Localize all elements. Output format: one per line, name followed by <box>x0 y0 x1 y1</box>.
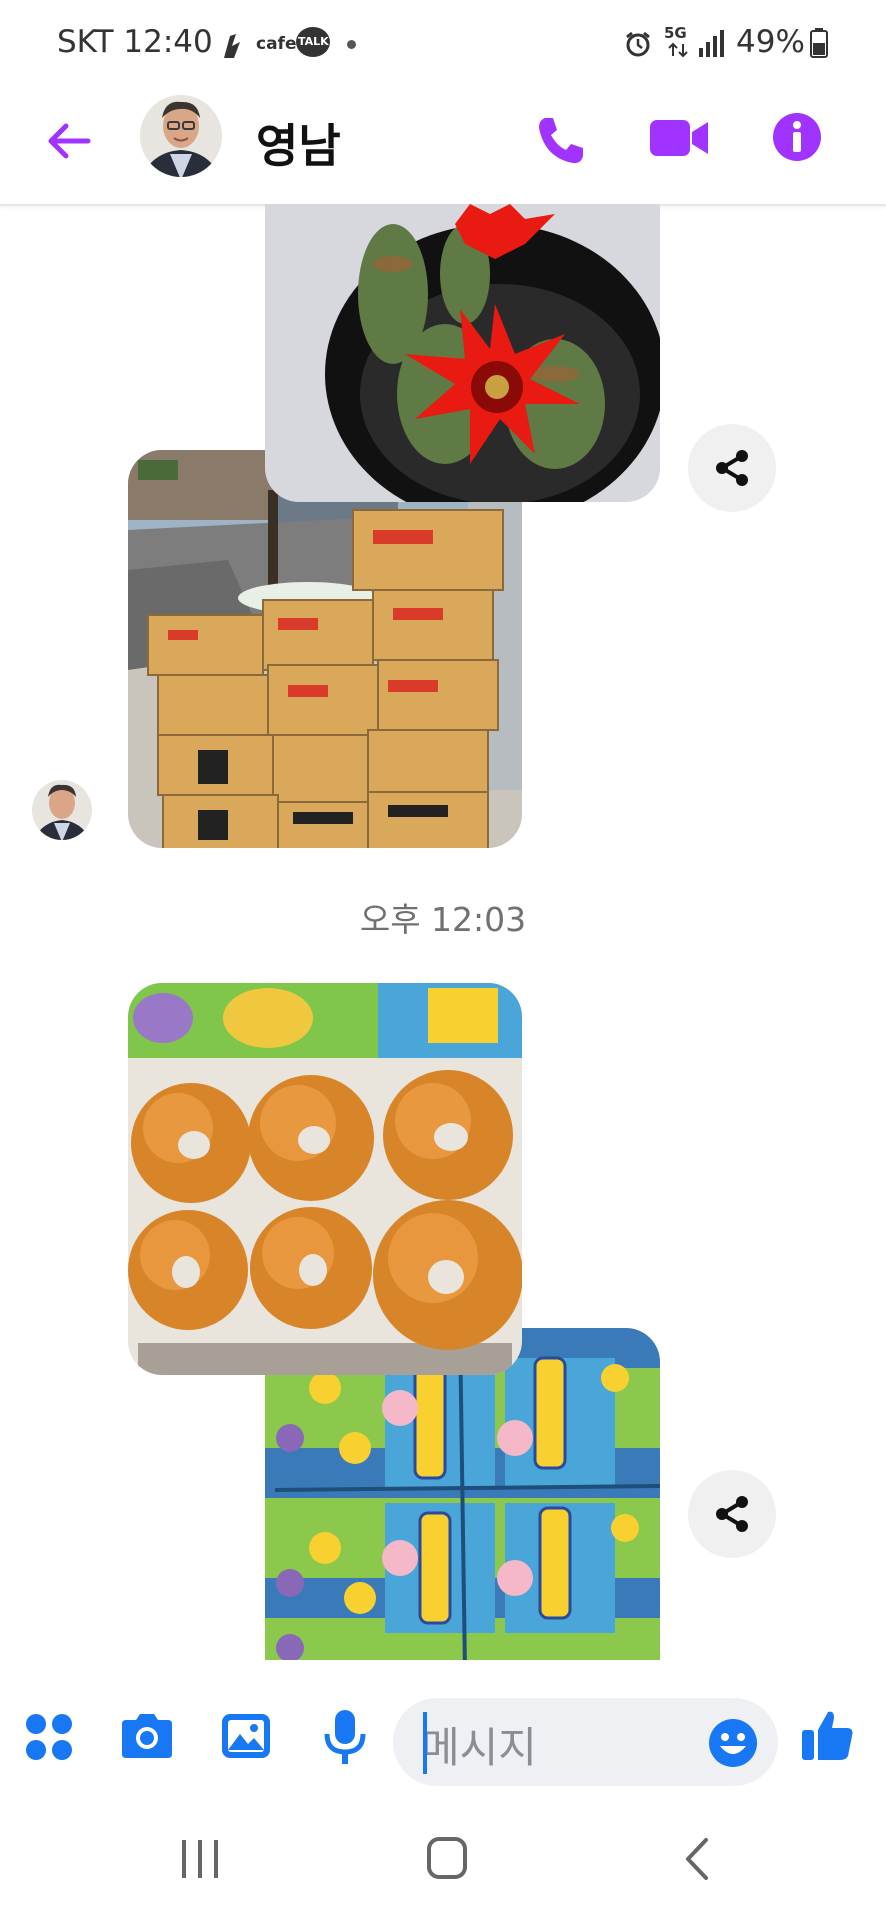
cactus-flower-photo[interactable] <box>265 204 660 502</box>
share-button[interactable] <box>688 1470 776 1558</box>
glazed-donuts-photo[interactable] <box>128 983 522 1375</box>
ramen-boxes-photo[interactable] <box>128 450 522 848</box>
share-button[interactable] <box>688 424 776 512</box>
cafe-label: cafe <box>256 34 297 54</box>
alarm-icon <box>626 31 650 57</box>
microphone-icon[interactable] <box>322 1708 368 1766</box>
video-camera-icon[interactable] <box>648 116 710 160</box>
system-nav-bar <box>0 1820 886 1920</box>
carrier-time: SKT 12:40 <box>57 24 213 60</box>
home-icon[interactable] <box>426 1836 468 1880</box>
chat-header: 영남 <box>0 86 886 206</box>
share-icon <box>716 450 748 486</box>
contact-avatar[interactable] <box>140 90 222 182</box>
network-label: 5G <box>664 24 687 42</box>
phone-icon[interactable] <box>533 112 589 168</box>
message-placeholder: 메시지 <box>421 1723 537 1772</box>
menu-dots-icon[interactable] <box>24 1712 74 1762</box>
recent-apps-icon[interactable] <box>180 1838 220 1880</box>
back-arrow-icon[interactable] <box>44 116 94 166</box>
back-icon[interactable] <box>680 1836 712 1882</box>
talk-label: TALK <box>298 35 329 48</box>
text-caret <box>423 1712 427 1774</box>
emoji-icon[interactable] <box>708 1718 758 1768</box>
sender-avatar[interactable] <box>32 776 92 844</box>
more-notifications-dot <box>347 40 356 49</box>
kakaotalk-icon: TALK <box>296 27 330 57</box>
signal-icon <box>699 30 724 57</box>
battery-icon <box>810 28 828 58</box>
status-bar: SKT 12:40 cafe TALK 5G 49% <box>0 0 886 86</box>
battery-percent: 49% <box>736 24 805 60</box>
gallery-icon[interactable] <box>220 1712 272 1760</box>
share-icon <box>716 1496 748 1532</box>
like-icon[interactable] <box>800 1708 856 1764</box>
info-icon[interactable] <box>772 112 822 162</box>
camera-icon[interactable] <box>118 1712 176 1760</box>
contact-name[interactable]: 영남 <box>256 110 341 176</box>
message-timestamp: 오후 12:03 <box>359 900 527 939</box>
notification-icon <box>224 34 240 58</box>
data-arrows-icon <box>668 42 688 58</box>
pokemon-boxes-photo[interactable] <box>265 1328 660 1672</box>
